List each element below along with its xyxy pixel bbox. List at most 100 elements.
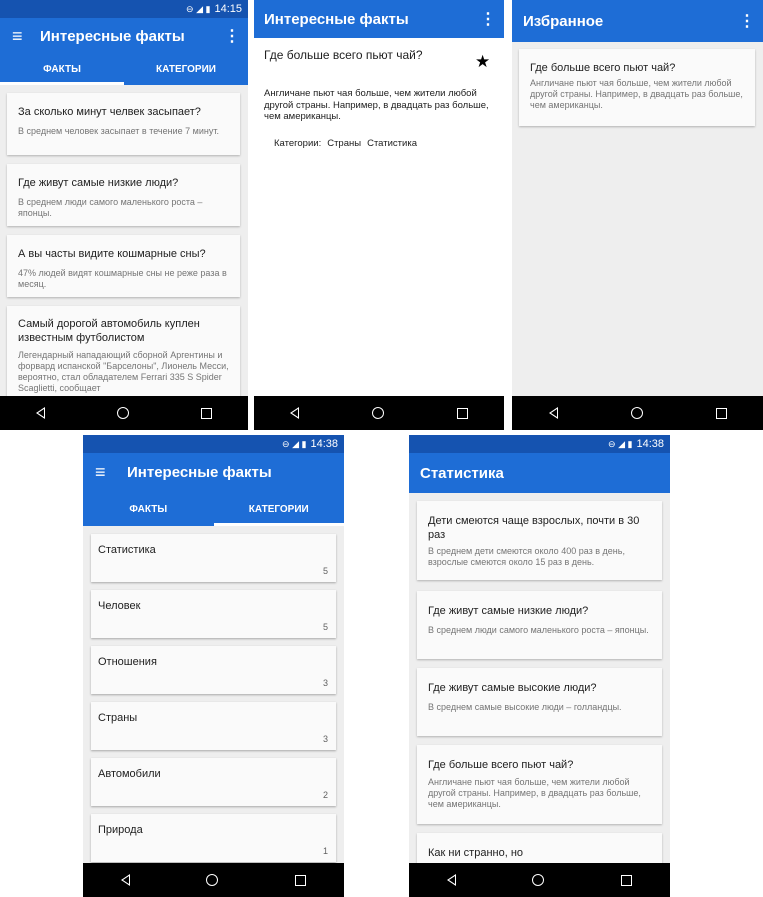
- fact-card[interactable]: Где живут самые низкие люди? В среднем л…: [7, 164, 240, 226]
- back-icon[interactable]: [290, 407, 300, 419]
- categories-label: Категории:: [274, 138, 322, 149]
- home-icon[interactable]: [206, 874, 219, 886]
- category-name: Человек: [98, 600, 141, 612]
- navigation-bar: [409, 863, 670, 897]
- app-title: Интересные факты: [40, 27, 185, 45]
- more-options-icon[interactable]: ⋮: [739, 11, 755, 31]
- fact-card[interactable]: Где живут самые низкие люди? В среднем л…: [417, 591, 662, 659]
- back-icon[interactable]: [121, 874, 131, 886]
- home-icon[interactable]: [117, 407, 129, 419]
- tab-facts[interactable]: ФАКТЫ: [83, 492, 214, 526]
- fact-question: А вы часты видите кошмарные сны?: [18, 248, 206, 260]
- category-name: Природа: [98, 824, 143, 836]
- category-name: Автомобили: [98, 768, 161, 780]
- favorite-star-icon[interactable]: ★: [475, 52, 490, 72]
- status-time: 14:15: [214, 3, 242, 15]
- fact-answer: В среднем люди самого маленького роста –…: [428, 625, 649, 635]
- fact-question: Где живут самые низкие люди?: [428, 605, 589, 617]
- fact-question: Дети смеются чаще взрослых, почти в 30 р…: [428, 515, 640, 541]
- home-icon[interactable]: [371, 407, 384, 419]
- screen-categories: ⊖ ◢ ▮ 14:38 ≡ Интересные факты ФАКТЫ КАТ…: [83, 435, 344, 897]
- favorite-fact-card[interactable]: Где больше всего пьют чай? Англичане пью…: [519, 49, 755, 126]
- navigation-bar: [0, 396, 248, 430]
- fact-answer: В среднем человек засыпает в течение 7 м…: [18, 126, 219, 136]
- fact-answer: В среднем самые высокие люди – голландцы…: [428, 702, 622, 712]
- fact-card[interactable]: Дети смеются чаще взрослых, почти в 30 р…: [417, 501, 662, 580]
- fact-card[interactable]: Где больше всего пьют чай? Англичане пью…: [417, 745, 662, 824]
- home-icon[interactable]: [630, 407, 643, 419]
- category-count: 3: [322, 678, 328, 688]
- category-card[interactable]: Природа 1: [91, 814, 336, 862]
- recent-apps-icon[interactable]: [456, 407, 468, 419]
- fact-question: Где живут самые высокие люди?: [428, 682, 597, 694]
- fact-answer: Англичане пьют чая больше, чем жители лю…: [264, 88, 489, 122]
- category-card[interactable]: Статистика 5: [91, 534, 336, 582]
- app-title: Интересные факты: [264, 10, 409, 28]
- fact-answer: Англичане пьют чая больше, чем жители лю…: [530, 78, 743, 110]
- fact-question: Как ни странно, но: [428, 847, 524, 859]
- category-count: 2: [322, 790, 328, 800]
- tab-categories[interactable]: КАТЕГОРИИ: [213, 492, 345, 526]
- screen-category-facts: ⊖ ◢ ▮ 14:38 Статистика Дети смеются чаще…: [409, 435, 670, 897]
- navigation-bar: [254, 396, 504, 430]
- tab-categories[interactable]: КАТЕГОРИИ: [124, 54, 248, 85]
- status-bar: ⊖ ◢ ▮ 14:15: [0, 0, 248, 18]
- app-bar: ≡ Интересные факты ⋮: [0, 18, 248, 54]
- screen-fact-detail: Интересные факты ⋮ Где больше всего пьют…: [254, 0, 504, 430]
- hamburger-menu-icon[interactable]: ≡: [95, 462, 113, 483]
- status-icons: ⊖ ◢ ▮: [282, 438, 307, 449]
- back-icon[interactable]: [36, 407, 45, 419]
- more-options-icon[interactable]: ⋮: [480, 9, 496, 29]
- category-count: 5: [322, 566, 328, 576]
- fact-card[interactable]: Где живут самые высокие люди? В среднем …: [417, 668, 662, 736]
- category-link[interactable]: Статистика: [367, 138, 417, 149]
- status-bar: ⊖ ◢ ▮ 14:38: [83, 435, 344, 453]
- category-name: Страны: [98, 712, 138, 724]
- fact-answer: 47% людей видят кошмарные сны не реже ра…: [18, 268, 227, 289]
- category-card[interactable]: Отношения 3: [91, 646, 336, 694]
- tab-bar: ФАКТЫ КАТЕГОРИИ: [83, 492, 344, 526]
- app-title: Статистика: [420, 464, 504, 482]
- app-bar: Избранное ⋮: [512, 0, 763, 42]
- home-icon[interactable]: [532, 874, 545, 886]
- recent-apps-icon[interactable]: [715, 407, 727, 419]
- fact-card[interactable]: А вы часты видите кошмарные сны? 47% люд…: [7, 235, 240, 297]
- app-bar: Интересные факты ⋮: [254, 0, 504, 38]
- navigation-bar: [512, 396, 763, 430]
- fact-question: Где больше всего пьют чай?: [428, 759, 574, 771]
- status-icons: ⊖ ◢ ▮: [186, 3, 211, 14]
- hamburger-menu-icon[interactable]: ≡: [12, 26, 30, 47]
- status-icons: ⊖ ◢ ▮: [608, 438, 633, 449]
- back-icon[interactable]: [548, 407, 558, 419]
- app-bar: ≡ Интересные факты: [83, 453, 344, 492]
- category-card[interactable]: Человек 5: [91, 590, 336, 638]
- back-icon[interactable]: [447, 874, 457, 886]
- category-card[interactable]: Страны 3: [91, 702, 336, 750]
- fact-question: Где живут самые низкие люди?: [18, 177, 179, 189]
- fact-card[interactable]: Самый дорогой автомобиль куплен известны…: [7, 306, 240, 398]
- fact-answer: Легендарный нападающий сборной Аргентины…: [18, 350, 229, 393]
- fact-answer: В среднем дети смеются около 400 раз в д…: [428, 546, 625, 567]
- app-bar: Статистика: [409, 453, 670, 493]
- status-bar: ⊖ ◢ ▮ 14:38: [409, 435, 670, 453]
- navigation-bar: [83, 863, 344, 897]
- screen-favorites: Избранное ⋮ Где больше всего пьют чай? А…: [512, 0, 763, 430]
- fact-answer: В среднем люди самого маленького роста –…: [18, 197, 203, 218]
- app-title: Избранное: [523, 12, 604, 30]
- recent-apps-icon[interactable]: [294, 874, 306, 886]
- more-options-icon[interactable]: ⋮: [224, 26, 240, 46]
- recent-apps-icon[interactable]: [201, 407, 212, 419]
- fact-card[interactable]: За сколько минут челвек засыпает? В сред…: [7, 93, 240, 155]
- tab-facts[interactable]: ФАКТЫ: [0, 54, 124, 85]
- status-time: 14:38: [636, 438, 664, 450]
- fact-question: Самый дорогой автомобиль куплен известны…: [18, 318, 200, 344]
- category-card[interactable]: Автомобили 2: [91, 758, 336, 806]
- category-count: 1: [322, 846, 328, 856]
- category-link[interactable]: Страны: [327, 138, 361, 149]
- screen-facts-list: ⊖ ◢ ▮ 14:15 ≡ Интересные факты ⋮ ФАКТЫ К…: [0, 0, 248, 430]
- recent-apps-icon[interactable]: [620, 874, 632, 886]
- category-count: 5: [322, 622, 328, 632]
- fact-question: Где больше всего пьют чай?: [530, 62, 676, 74]
- fact-question: Где больше всего пьют чай?: [264, 48, 423, 62]
- fact-categories: Категории: Страны Статистика: [274, 138, 417, 149]
